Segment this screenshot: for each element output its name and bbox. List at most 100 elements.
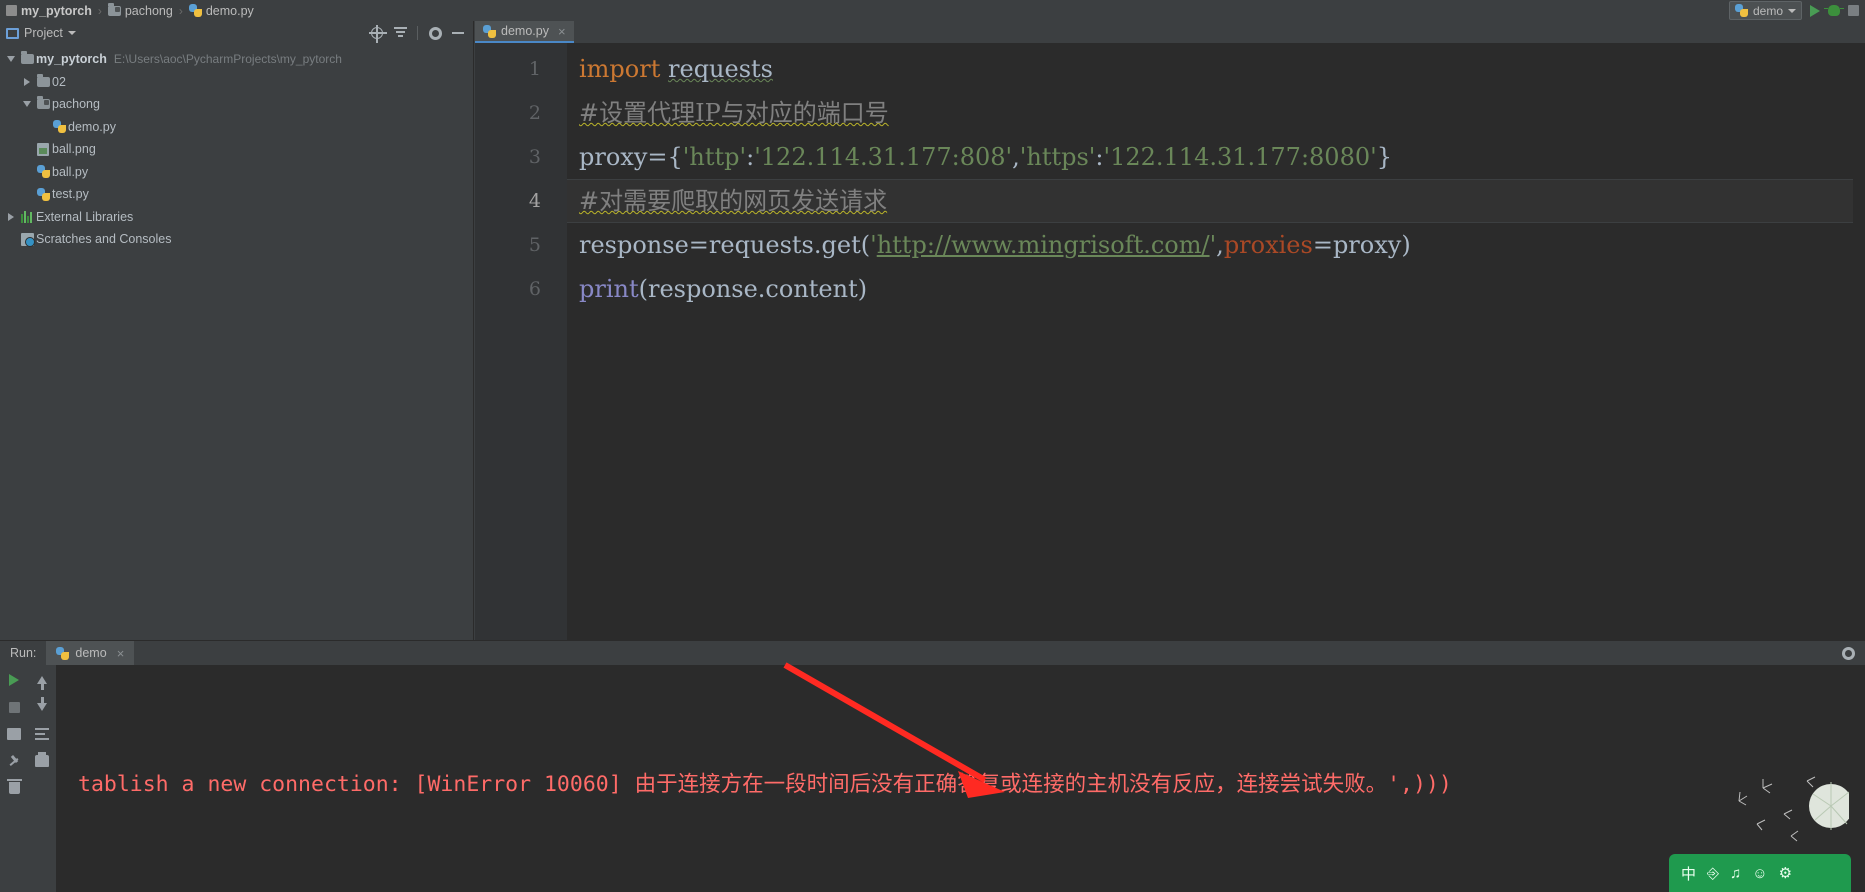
breadcrumb-item-project[interactable]: my_pytorch	[4, 4, 94, 18]
scroll-up-icon[interactable]	[31, 669, 53, 691]
breadcrumb-item-folder[interactable]: pachong	[106, 2, 175, 18]
editor-tab-bar: demo.py ×	[475, 21, 1865, 43]
settings-gear-icon[interactable]	[426, 24, 444, 42]
chevron-down-icon	[1788, 8, 1796, 13]
hide-panel-icon[interactable]	[449, 24, 467, 42]
tree-node[interactable]: 02	[0, 71, 473, 94]
code-token: :	[746, 143, 755, 171]
project-panel-title: Project	[24, 26, 63, 40]
python-file-icon	[1734, 4, 1748, 17]
image-file-icon	[37, 142, 49, 156]
collapse-arrow-icon[interactable]	[20, 101, 34, 108]
code-token: 'http'	[682, 143, 747, 171]
code-token: requests	[708, 231, 814, 259]
stop-icon[interactable]	[3, 696, 25, 718]
breadcrumb-label: pachong	[124, 3, 173, 18]
code-line[interactable]: print(response.content)	[567, 267, 1865, 311]
locate-in-tree-icon[interactable]	[368, 24, 387, 43]
line-number: 2	[528, 102, 541, 124]
project-panel-header: Project	[0, 21, 473, 45]
run-configuration-selector[interactable]: demo	[1728, 1, 1802, 20]
close-icon[interactable]: ×	[117, 646, 125, 661]
tree-node-label: 02	[52, 74, 66, 89]
code-token: 'https'	[1019, 143, 1096, 171]
editor-tab-demo[interactable]: demo.py ×	[475, 21, 574, 43]
run-console[interactable]: tablish a new connection: [WinError 1006…	[56, 665, 1865, 892]
run-configuration-toolbar: demo	[1728, 1, 1859, 20]
ime-settings-icon[interactable]: ⚙	[1779, 864, 1792, 882]
library-icon	[20, 210, 34, 223]
run-triangle-icon[interactable]	[1810, 4, 1820, 17]
code-token: ,	[1012, 143, 1020, 171]
code-token: content	[765, 275, 858, 303]
rerun-icon[interactable]	[3, 669, 25, 691]
code-token: {	[667, 143, 683, 171]
tree-node[interactable]: External Libraries	[0, 206, 473, 229]
run-tab-bar: Run: demo ×	[0, 641, 1865, 665]
code-token: )	[857, 275, 868, 303]
tree-node[interactable]: ball.png	[0, 138, 473, 161]
line-number: 6	[528, 278, 541, 300]
code-token: (	[638, 275, 648, 303]
expand-arrow-icon[interactable]	[4, 212, 18, 221]
editor-tab-label: demo.py	[501, 24, 549, 38]
ime-floating-bar[interactable]: 中 ⎆ ♫ ☺ ⚙	[1669, 854, 1851, 892]
scroll-down-icon[interactable]	[31, 696, 53, 718]
settings-gear-icon[interactable]	[1839, 644, 1857, 662]
tree-node[interactable]: test.py	[0, 183, 473, 206]
run-tab-label: demo	[75, 646, 107, 660]
ime-keyboard-icon[interactable]: ⎆	[1707, 865, 1719, 882]
code-line[interactable]: proxy={'http':'122.114.31.177:808','http…	[567, 135, 1865, 179]
code-token: =	[1312, 231, 1333, 259]
debug-bug-icon[interactable]	[1824, 5, 1844, 16]
project-tool-window: Project my_pytorch E:\Users\aoc\PycharmPr…	[0, 21, 474, 640]
run-tool-window: Run: demo × tablish a new connection: [W…	[0, 640, 1865, 892]
ime-emoji-icon[interactable]: ☺	[1752, 865, 1767, 882]
code-line[interactable]: response=requests.get('http://www.mingri…	[567, 223, 1865, 267]
code-token: proxy	[1332, 231, 1402, 259]
code-line[interactable]: #对需要爬取的网页发送请求	[567, 179, 1865, 223]
chevron-down-icon[interactable]	[67, 31, 76, 35]
code-token: import	[579, 55, 661, 83]
ime-voice-icon[interactable]: ♫	[1730, 865, 1741, 882]
tree-node[interactable]: Scratches and Consoles	[0, 228, 473, 251]
stop-square-icon[interactable]	[1848, 5, 1859, 16]
pin-tab-icon[interactable]	[3, 750, 25, 772]
python-file-icon	[483, 24, 496, 38]
code-token: =	[688, 231, 709, 259]
code-token: get	[821, 231, 861, 259]
line-number: 5	[528, 234, 541, 256]
line-number: 4	[528, 190, 541, 212]
tree-node[interactable]: demo.py	[0, 116, 473, 139]
code-token: proxies	[1223, 231, 1313, 259]
tree-node-label: Scratches and Consoles	[36, 232, 172, 247]
run-tab-demo[interactable]: demo ×	[46, 641, 135, 665]
project-window-icon	[6, 27, 19, 39]
tree-node[interactable]: pachong	[0, 93, 473, 116]
close-icon[interactable]: ×	[558, 24, 566, 39]
expand-arrow-icon[interactable]	[20, 77, 34, 86]
clear-all-icon[interactable]	[3, 777, 25, 799]
tree-node[interactable]: ball.py	[0, 161, 473, 184]
toggle-tasks-icon[interactable]	[3, 723, 25, 745]
project-tree[interactable]: my_pytorch E:\Users\aoc\PycharmProjects\m…	[0, 45, 473, 251]
print-icon[interactable]	[31, 750, 53, 772]
breadcrumb-item-file[interactable]: demo.py	[187, 4, 256, 18]
code-line[interactable]: import requests	[567, 47, 1865, 91]
code-token: )	[1401, 231, 1411, 259]
code-token: ,	[1216, 231, 1224, 259]
toolbar-spacer	[31, 777, 53, 799]
ime-mode-icon[interactable]: 中	[1681, 863, 1696, 884]
collapse-all-icon[interactable]	[391, 24, 409, 42]
editor-code-area[interactable]: import requests #设置代理IP与对应的端口号 proxy={'htt…	[567, 43, 1865, 640]
tree-node[interactable]: my_pytorch E:\Users\aoc\PycharmProjects\m…	[0, 48, 473, 71]
tree-node-label: test.py	[52, 187, 89, 202]
code-line[interactable]: #设置代理IP与对应的端口号	[567, 91, 1865, 135]
code-token: .	[813, 231, 822, 259]
breadcrumb-separator: ›	[97, 3, 102, 18]
editor-vertical-scrollbar[interactable]	[1853, 43, 1865, 640]
soft-wrap-icon[interactable]	[31, 723, 53, 745]
collapse-arrow-icon[interactable]	[4, 56, 18, 63]
module-icon	[6, 5, 17, 16]
